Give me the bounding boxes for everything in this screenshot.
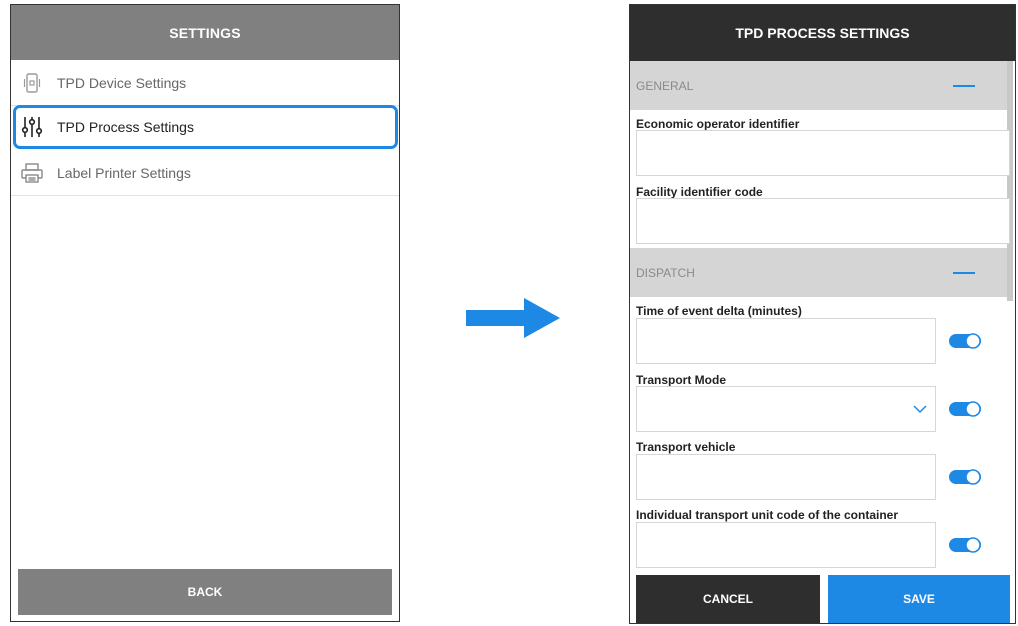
cancel-button[interactable]: CANCEL: [636, 575, 820, 623]
collapse-icon[interactable]: [953, 272, 975, 274]
tpd-process-settings-screen: TPD PROCESS SETTINGS GENERAL Economic op…: [629, 4, 1016, 624]
transport-vehicle-input[interactable]: [636, 454, 936, 500]
menu-item-label: TPD Process Settings: [57, 119, 194, 135]
settings-header: SETTINGS: [11, 5, 399, 60]
device-icon: [21, 72, 43, 94]
facility-identifier-code-input[interactable]: [636, 198, 1010, 244]
sliders-icon: [21, 116, 43, 138]
menu-item-tpd-process-settings[interactable]: TPD Process Settings: [13, 105, 398, 149]
field-label: Facility identifier code: [636, 185, 763, 199]
menu-item-label: Label Printer Settings: [57, 165, 191, 181]
field-label: Economic operator identifier: [636, 117, 800, 131]
toggle-switch[interactable]: [949, 537, 981, 553]
back-button-label: BACK: [187, 585, 223, 599]
back-button[interactable]: BACK: [18, 569, 392, 615]
section-header-dispatch[interactable]: DISPATCH: [630, 248, 1007, 297]
menu-item-label-printer-settings[interactable]: Label Printer Settings: [11, 151, 399, 195]
cancel-button-label: CANCEL: [703, 592, 753, 606]
toggle-switch[interactable]: [949, 333, 981, 349]
transition-arrow-icon: [466, 298, 560, 343]
transport-mode-select[interactable]: [636, 386, 936, 432]
section-title: DISPATCH: [636, 265, 695, 280]
settings-title: SETTINGS: [169, 24, 241, 41]
toggle-switch[interactable]: [949, 469, 981, 485]
section-header-general[interactable]: GENERAL: [630, 61, 1007, 110]
chevron-down-icon: [913, 405, 927, 414]
field-label: Individual transport unit code of the co…: [636, 508, 899, 522]
toggle-switch[interactable]: [949, 401, 981, 417]
divider: [11, 195, 399, 196]
field-label: Transport vehicle: [636, 440, 736, 454]
process-header: TPD PROCESS SETTINGS: [630, 5, 1015, 61]
menu-item-tpd-device-settings[interactable]: TPD Device Settings: [11, 61, 399, 105]
printer-icon: [21, 162, 43, 184]
settings-screen: SETTINGS TPD Device Settings TPD Process: [10, 4, 400, 622]
process-title: TPD PROCESS SETTINGS: [735, 25, 910, 41]
economic-operator-identifier-input[interactable]: [636, 130, 1010, 176]
menu-item-label: TPD Device Settings: [57, 75, 187, 91]
field-label: Time of event delta (minutes): [636, 304, 802, 318]
collapse-icon[interactable]: [953, 85, 975, 87]
transport-unit-code-input[interactable]: [636, 522, 936, 568]
save-button[interactable]: SAVE: [828, 575, 1010, 623]
save-button-label: SAVE: [903, 592, 935, 606]
section-title: GENERAL: [636, 78, 694, 93]
scrollbar[interactable]: [1007, 61, 1013, 301]
field-label: Transport Mode: [636, 373, 727, 387]
time-of-event-delta-input[interactable]: [636, 318, 936, 364]
